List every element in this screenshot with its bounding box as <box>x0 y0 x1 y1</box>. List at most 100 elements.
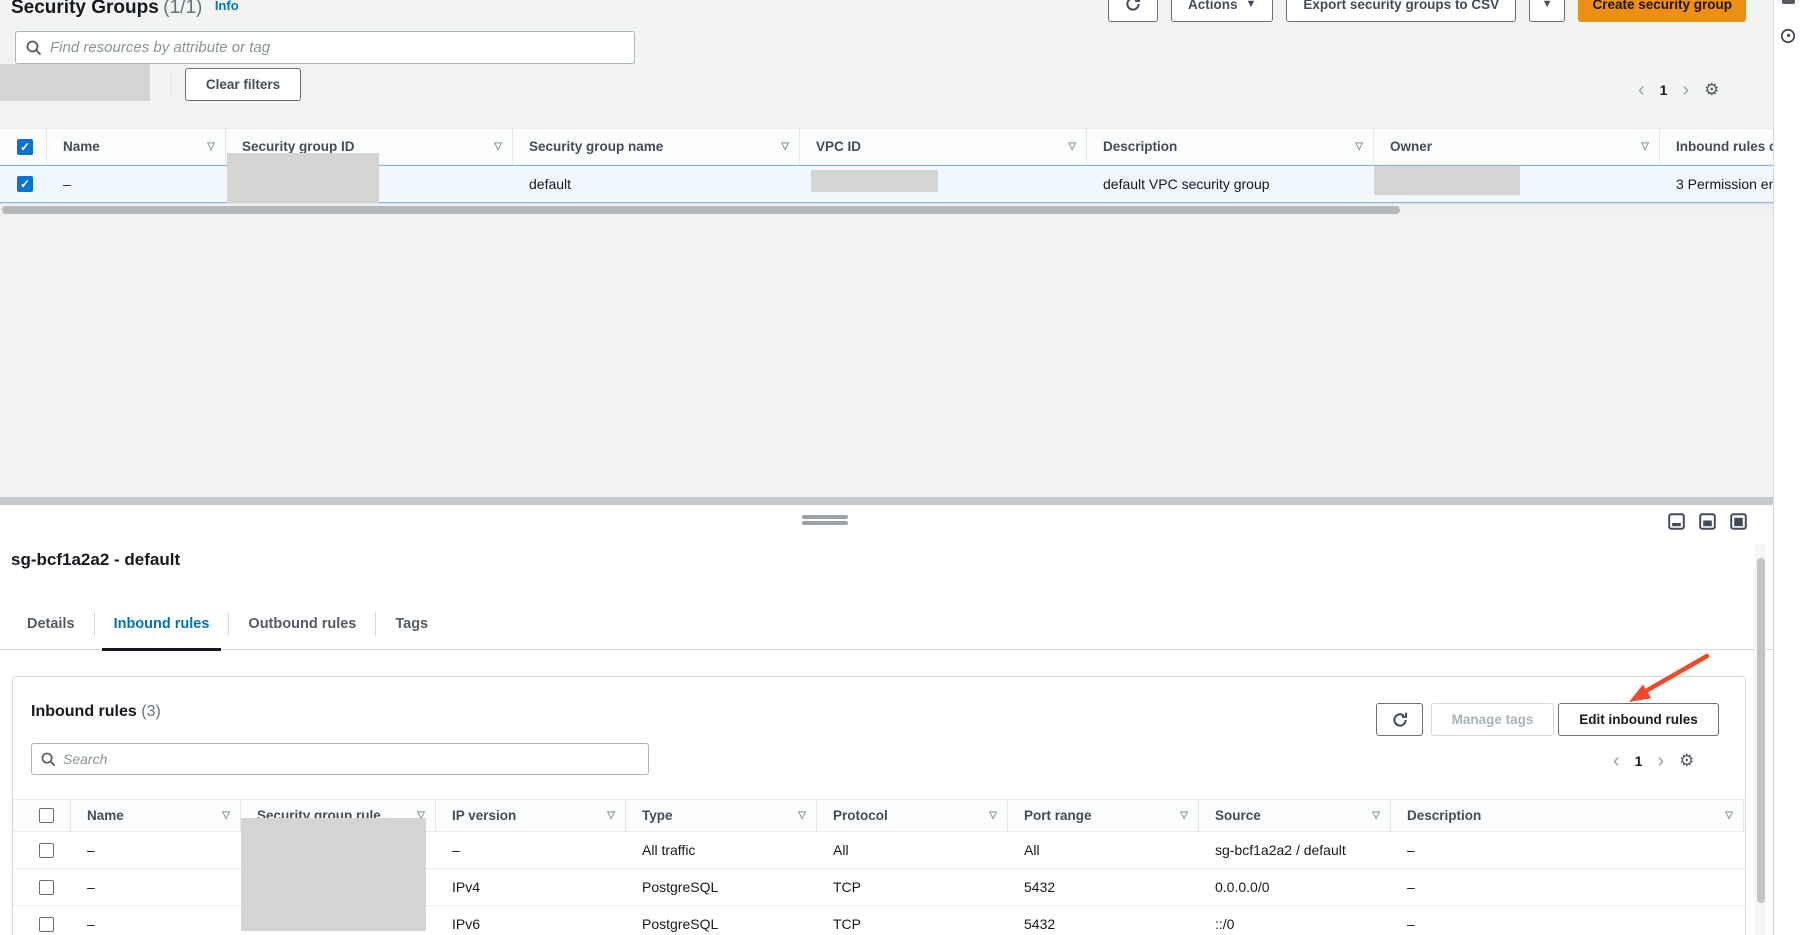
split-drag-handle[interactable] <box>802 515 848 527</box>
edit-inbound-rules-button[interactable]: Edit inbound rules <box>1558 703 1719 736</box>
row-checkbox-cell <box>13 880 71 895</box>
column-header-description[interactable]: Description ▽ <box>1391 800 1744 831</box>
cell-source: 0.0.0.0/0 <box>1199 879 1391 895</box>
rules-search-input[interactable] <box>63 751 639 767</box>
sort-icon: ▽ <box>207 141 215 152</box>
panel-size-small-icon[interactable] <box>1668 513 1685 530</box>
tab-outbound-rules[interactable]: Outbound rules <box>234 598 370 650</box>
check-icon: ✓ <box>20 141 30 153</box>
redacted-owner <box>1374 166 1520 195</box>
column-header-name[interactable]: Name ▽ <box>47 129 226 164</box>
column-header-port-range[interactable]: Port range ▽ <box>1008 800 1199 831</box>
next-page-button[interactable]: › <box>1657 754 1664 768</box>
previous-page-button[interactable]: ‹ <box>1638 83 1645 97</box>
cell-type: PostgreSQL <box>626 916 817 932</box>
row-checkbox-cell <box>13 843 71 858</box>
panel-size-large-icon[interactable] <box>1730 513 1747 530</box>
cell-protocol: TCP <box>817 879 1008 895</box>
previous-page-button[interactable]: ‹ <box>1613 754 1620 768</box>
cell-source: sg-bcf1a2a2 / default <box>1199 842 1391 858</box>
cell-name: – <box>71 916 241 932</box>
panel-size-medium-icon[interactable] <box>1699 513 1716 530</box>
refresh-button[interactable] <box>1108 0 1158 22</box>
sort-icon: ▽ <box>494 141 502 152</box>
cell-description: – <box>1391 842 1744 858</box>
redacted-vpc-id <box>811 170 938 192</box>
cell-source: ::/0 <box>1199 916 1391 932</box>
page-number[interactable]: 1 <box>1635 753 1643 769</box>
pane-horizontal-scrollbar[interactable] <box>0 497 1773 505</box>
cell-inbound-rules-count: 3 Permission entries <box>1660 176 1773 192</box>
column-header-security-group-name[interactable]: Security group name ▽ <box>513 129 800 164</box>
sort-icon: ▽ <box>1725 810 1733 821</box>
page-number[interactable]: 1 <box>1660 82 1668 98</box>
cell-port-range: All <box>1008 842 1199 858</box>
scrollbar-thumb[interactable] <box>2 206 1400 214</box>
resources-search-field[interactable] <box>15 31 635 64</box>
inbound-rules-title: Inbound rules (3) <box>31 703 161 721</box>
tab-tags[interactable]: Tags <box>381 598 442 650</box>
cell-ip-version: – <box>436 842 626 858</box>
column-header-description[interactable]: Description ▽ <box>1087 129 1374 164</box>
export-csv-button[interactable]: Export security groups to CSV <box>1286 0 1516 22</box>
cell-description: default VPC security group <box>1087 176 1374 192</box>
row-checkbox[interactable]: ✓ <box>17 176 33 192</box>
divider <box>375 612 376 636</box>
manage-tags-button[interactable]: Manage tags <box>1431 703 1554 736</box>
cell-type: PostgreSQL <box>626 879 817 895</box>
next-page-button[interactable]: › <box>1682 83 1689 97</box>
search-icon <box>26 40 42 56</box>
filter-tag-redacted <box>0 64 150 101</box>
rules-refresh-button[interactable] <box>1376 703 1423 736</box>
search-input[interactable] <box>50 39 624 56</box>
column-header-name[interactable]: Name ▽ <box>71 800 241 831</box>
column-header-owner[interactable]: Owner ▽ <box>1374 129 1660 164</box>
info-link[interactable]: Info <box>215 0 239 13</box>
row-checkbox[interactable] <box>39 917 54 932</box>
sort-icon: ▽ <box>781 141 789 152</box>
rules-search-field[interactable] <box>31 743 649 775</box>
column-header-protocol[interactable]: Protocol ▽ <box>817 800 1008 831</box>
scrollbar-thumb[interactable] <box>1757 558 1765 903</box>
cloudshell-clock-icon[interactable] <box>1780 28 1796 44</box>
cell-description: – <box>1391 879 1744 895</box>
select-all-checkbox[interactable] <box>39 808 54 823</box>
settings-gear-icon[interactable]: ⚙ <box>1704 82 1719 98</box>
row-checkbox[interactable] <box>39 843 54 858</box>
security-groups-list-pane: Security Groups (1/1) Info Clear filters <box>0 0 1773 497</box>
select-all-checkbox[interactable]: ✓ <box>17 139 33 155</box>
detail-title: sg-bcf1a2a2 - default <box>11 550 180 570</box>
column-header-ip-version[interactable]: IP version ▽ <box>436 800 626 831</box>
check-icon: ✓ <box>20 178 30 190</box>
settings-gear-icon[interactable]: ⚙ <box>1679 753 1694 769</box>
horizontal-scrollbar <box>0 203 1773 216</box>
redacted-security-group-rule-ids <box>241 818 426 931</box>
cell-description: – <box>1391 916 1744 932</box>
column-header-inbound-rules-count[interactable]: Inbound rules count <box>1660 129 1773 164</box>
create-security-group-button[interactable]: Create security group <box>1578 0 1746 22</box>
cell-type: All traffic <box>626 842 817 858</box>
column-header-vpc-id[interactable]: VPC ID ▽ <box>800 129 1087 164</box>
column-header-type[interactable]: Type ▽ <box>626 800 817 831</box>
row-checkbox-cell <box>13 917 71 932</box>
page-title: Security Groups <box>11 0 159 18</box>
row-checkbox[interactable] <box>39 880 54 895</box>
cell-name: – <box>71 842 241 858</box>
column-header-source[interactable]: Source ▽ <box>1199 800 1391 831</box>
rail-top-icon[interactable] <box>1782 0 1795 4</box>
tab-details[interactable]: Details <box>13 598 89 650</box>
top-toolbar: Actions ▼ Export security groups to CSV … <box>1108 0 1746 22</box>
actions-button[interactable]: Actions ▼ <box>1171 0 1273 22</box>
page-title-count: (1/1) <box>163 0 202 18</box>
clear-filters-button[interactable]: Clear filters <box>185 68 301 101</box>
cell-port-range: 5432 <box>1008 916 1199 932</box>
cell-port-range: 5432 <box>1008 879 1199 895</box>
redacted-security-group-id <box>227 153 379 203</box>
sort-icon: ▽ <box>989 810 997 821</box>
sort-icon: ▽ <box>222 810 230 821</box>
tab-inbound-rules[interactable]: Inbound rules <box>100 598 224 650</box>
right-side-rail <box>1773 0 1800 935</box>
sort-icon: ▽ <box>607 810 615 821</box>
detail-vertical-scrollbar <box>1755 544 1766 935</box>
export-csv-dropdown-button[interactable]: ▼ <box>1529 0 1565 22</box>
